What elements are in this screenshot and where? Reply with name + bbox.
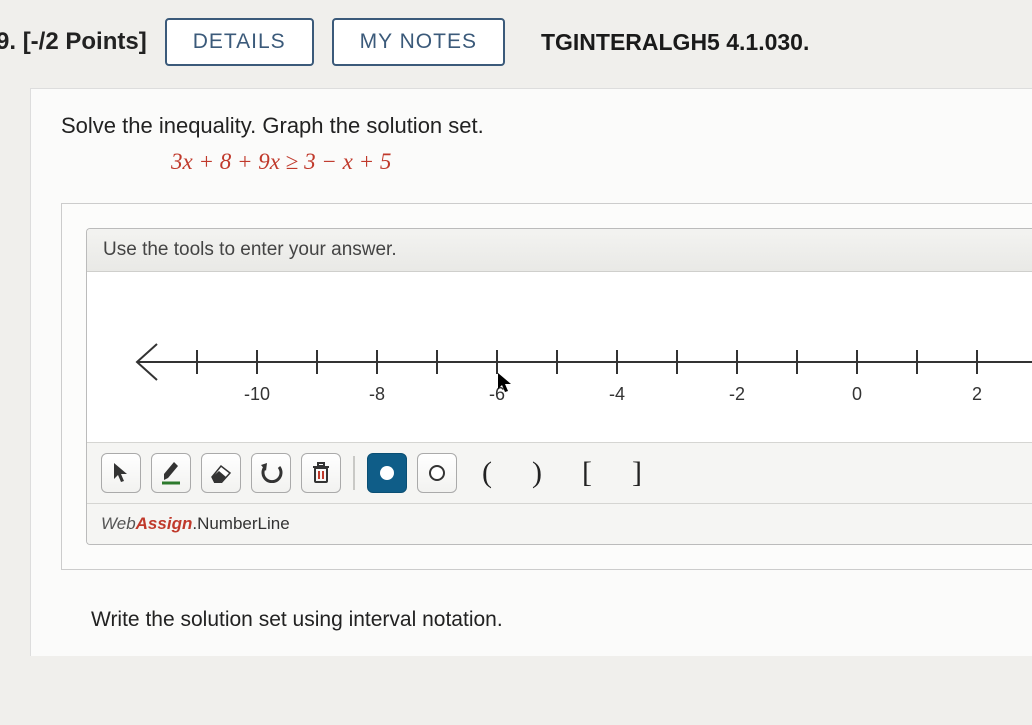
erase-tool[interactable] bbox=[201, 453, 241, 493]
branding-web: Web bbox=[101, 514, 136, 533]
open-circle-icon bbox=[429, 465, 445, 481]
numberline-canvas[interactable]: -10 -8 -6 -4 -2 0 2 4 bbox=[87, 272, 1032, 442]
draw-tool[interactable] bbox=[151, 453, 191, 493]
inequality-expression: 3x + 8 + 9x ≥ 3 − x + 5 bbox=[171, 149, 1032, 175]
numberline-widget: Use the tools to enter your answer. bbox=[86, 228, 1032, 545]
tick-label: -4 bbox=[609, 384, 625, 404]
question-header: 9. [-/2 Points] DETAILS MY NOTES TGINTER… bbox=[0, 0, 1032, 88]
close-paren-tool[interactable]: ) bbox=[517, 453, 557, 493]
tick-label: -2 bbox=[729, 384, 745, 404]
reference-code: TGINTERALGH5 4.1.030. bbox=[541, 29, 809, 56]
instruction-text: Solve the inequality. Graph the solution… bbox=[61, 113, 1032, 139]
closed-point-tool[interactable] bbox=[367, 453, 407, 493]
inequality-operator: ≥ bbox=[286, 149, 299, 174]
open-paren-tool[interactable]: ( bbox=[467, 453, 507, 493]
answer-panel: Use the tools to enter your answer. bbox=[61, 203, 1032, 570]
tick-label: -10 bbox=[244, 384, 270, 404]
interval-prompt: Write the solution set using interval no… bbox=[91, 608, 1032, 632]
inequality-rhs: 3 − x + 5 bbox=[304, 149, 391, 174]
cursor-icon bbox=[497, 372, 513, 400]
tick-label: 2 bbox=[972, 384, 982, 404]
tick-label: -8 bbox=[369, 384, 385, 404]
close-bracket-tool[interactable]: ] bbox=[617, 453, 657, 493]
numberline-svg: -10 -8 -6 -4 -2 0 2 4 bbox=[87, 272, 1032, 442]
open-bracket-tool[interactable]: [ bbox=[567, 453, 607, 493]
inequality-lhs: 3x + 8 + 9x bbox=[171, 149, 280, 174]
tick-label: 0 bbox=[852, 384, 862, 404]
question-body: Solve the inequality. Graph the solution… bbox=[30, 88, 1032, 656]
open-point-tool[interactable] bbox=[417, 453, 457, 493]
qnum-digit: 9. bbox=[0, 28, 16, 55]
question-number: 9. [-/2 Points] bbox=[0, 28, 147, 56]
toolbar: ( ) [ ] bbox=[87, 442, 1032, 503]
pointer-tool[interactable] bbox=[101, 453, 141, 493]
tool-header: Use the tools to enter your answer. bbox=[87, 229, 1032, 272]
branding-numberline: NumberLine bbox=[197, 514, 290, 533]
toolbar-separator bbox=[353, 456, 355, 490]
delete-tool[interactable] bbox=[301, 453, 341, 493]
branding-assign: Assign bbox=[136, 514, 193, 533]
points-label: [-/2 Points] bbox=[23, 28, 147, 55]
my-notes-button[interactable]: MY NOTES bbox=[332, 18, 505, 66]
undo-tool[interactable] bbox=[251, 453, 291, 493]
branding-bar: WebAssign.NumberLine bbox=[87, 503, 1032, 544]
details-button[interactable]: DETAILS bbox=[165, 18, 314, 66]
